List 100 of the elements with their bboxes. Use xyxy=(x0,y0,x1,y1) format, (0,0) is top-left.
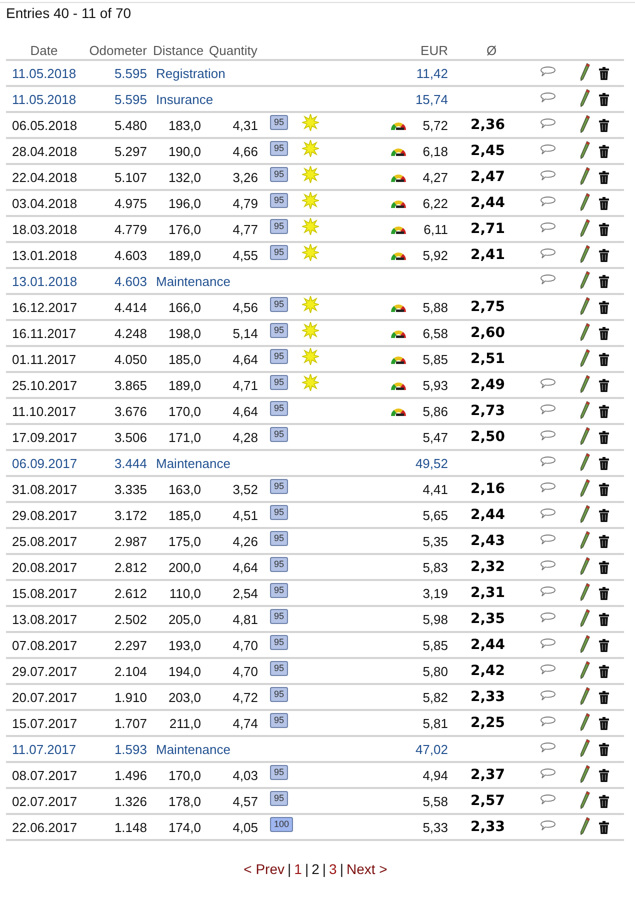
pencil-icon[interactable] xyxy=(580,192,590,210)
consumption-cell-text: 2,25 xyxy=(469,715,506,731)
comment-icon[interactable] xyxy=(540,716,556,726)
comment-icon[interactable] xyxy=(540,248,556,258)
pencil-icon[interactable] xyxy=(580,296,590,314)
comment-icon[interactable] xyxy=(540,742,556,752)
comment-icon[interactable] xyxy=(540,196,556,206)
trash-icon[interactable] xyxy=(599,456,609,470)
pencil-icon[interactable] xyxy=(580,348,590,366)
trash-icon[interactable] xyxy=(599,716,609,730)
pencil-icon[interactable] xyxy=(580,166,590,184)
pencil-icon[interactable] xyxy=(580,400,590,418)
trash-icon[interactable] xyxy=(599,690,609,704)
pencil-icon[interactable] xyxy=(580,426,590,444)
page-link[interactable]: 3 xyxy=(329,861,337,877)
trash-icon[interactable] xyxy=(599,248,609,262)
trash-icon[interactable] xyxy=(599,66,609,80)
trash-icon[interactable] xyxy=(599,508,609,522)
trash-icon[interactable] xyxy=(599,170,609,184)
pencil-icon[interactable] xyxy=(580,244,590,262)
trash-icon[interactable] xyxy=(599,326,609,340)
comment-icon[interactable] xyxy=(540,170,556,180)
page-link[interactable]: 2 xyxy=(312,861,320,877)
trash-icon[interactable] xyxy=(599,352,609,366)
comment-icon[interactable] xyxy=(540,456,556,466)
trash-icon[interactable] xyxy=(599,820,609,834)
column-header: Ø xyxy=(485,42,498,58)
pencil-icon[interactable] xyxy=(580,114,590,132)
trash-icon[interactable] xyxy=(599,742,609,756)
pencil-icon[interactable] xyxy=(580,88,590,106)
trash-icon[interactable] xyxy=(599,196,609,210)
pencil-icon[interactable] xyxy=(580,634,590,652)
comment-icon[interactable] xyxy=(540,794,556,804)
trash-icon[interactable] xyxy=(599,768,609,782)
consumption-cell-text: 2,44 xyxy=(469,637,506,653)
comment-icon[interactable] xyxy=(540,222,556,232)
comment-icon[interactable] xyxy=(540,404,556,414)
trash-icon[interactable] xyxy=(599,274,609,288)
comment-icon[interactable] xyxy=(540,66,556,76)
trash-icon[interactable] xyxy=(599,612,609,626)
trash-icon[interactable] xyxy=(599,430,609,444)
pencil-icon[interactable] xyxy=(580,556,590,574)
comment-icon[interactable] xyxy=(540,118,556,128)
pagination-link[interactable]: < Prev xyxy=(244,861,285,877)
comment-icon[interactable] xyxy=(540,664,556,674)
pencil-icon[interactable] xyxy=(580,530,590,548)
pencil-icon[interactable] xyxy=(580,738,590,756)
trash-icon[interactable] xyxy=(599,586,609,600)
pencil-icon[interactable] xyxy=(580,712,590,730)
comment-icon[interactable] xyxy=(540,534,556,544)
trash-icon[interactable] xyxy=(599,144,609,158)
pencil-icon[interactable] xyxy=(580,686,590,704)
pencil-icon[interactable] xyxy=(580,608,590,626)
comment-icon[interactable] xyxy=(540,378,556,388)
trash-icon[interactable] xyxy=(599,560,609,574)
comment-icon[interactable] xyxy=(540,144,556,154)
trash-icon[interactable] xyxy=(599,482,609,496)
comment-icon[interactable] xyxy=(540,560,556,570)
trash-icon[interactable] xyxy=(599,534,609,548)
trash-icon[interactable] xyxy=(599,222,609,236)
pencil-icon[interactable] xyxy=(580,62,590,80)
trash-icon[interactable] xyxy=(599,118,609,132)
comment-icon[interactable] xyxy=(540,430,556,440)
pencil-icon[interactable] xyxy=(580,374,590,392)
pencil-icon[interactable] xyxy=(580,790,590,808)
comment-icon[interactable] xyxy=(540,274,556,284)
comment-icon[interactable] xyxy=(540,508,556,518)
page-link[interactable]: 1 xyxy=(294,861,302,877)
trash-icon[interactable] xyxy=(599,92,609,106)
comment-icon[interactable] xyxy=(540,92,556,102)
trash-icon[interactable] xyxy=(599,300,609,314)
pencil-icon[interactable] xyxy=(580,270,590,288)
distance-cell-text: 176,0 xyxy=(167,222,201,236)
pencil-icon[interactable] xyxy=(580,764,590,782)
pagination-link[interactable]: Next > xyxy=(346,861,388,877)
comment-icon[interactable] xyxy=(540,690,556,700)
comment-icon[interactable] xyxy=(540,586,556,596)
trash-icon[interactable] xyxy=(599,794,609,808)
pencil-icon[interactable] xyxy=(580,140,590,158)
fuel-grade-badge: 95 xyxy=(270,505,288,520)
comment-icon[interactable] xyxy=(540,768,556,778)
pencil-icon[interactable] xyxy=(580,660,590,678)
trash-icon[interactable] xyxy=(599,404,609,418)
comment-icon[interactable] xyxy=(540,638,556,648)
pencil-icon[interactable] xyxy=(580,582,590,600)
comment-icon[interactable] xyxy=(540,482,556,492)
pencil-icon[interactable] xyxy=(580,452,590,470)
pencil-icon[interactable] xyxy=(580,218,590,236)
trash-icon[interactable] xyxy=(599,638,609,652)
pencil-icon[interactable] xyxy=(580,816,590,834)
trash-icon[interactable] xyxy=(599,664,609,678)
pencil-icon[interactable] xyxy=(580,504,590,522)
trash-icon[interactable] xyxy=(599,378,609,392)
comment-icon[interactable] xyxy=(540,820,556,830)
date-cell-text: 25.08.2017 xyxy=(11,534,78,548)
pencil-icon[interactable] xyxy=(580,322,590,340)
quantity-cell-text: 4,56 xyxy=(232,300,258,314)
comment-icon[interactable] xyxy=(540,612,556,622)
pencil-icon[interactable] xyxy=(580,478,590,496)
description-cell-text: Insurance xyxy=(155,92,214,106)
